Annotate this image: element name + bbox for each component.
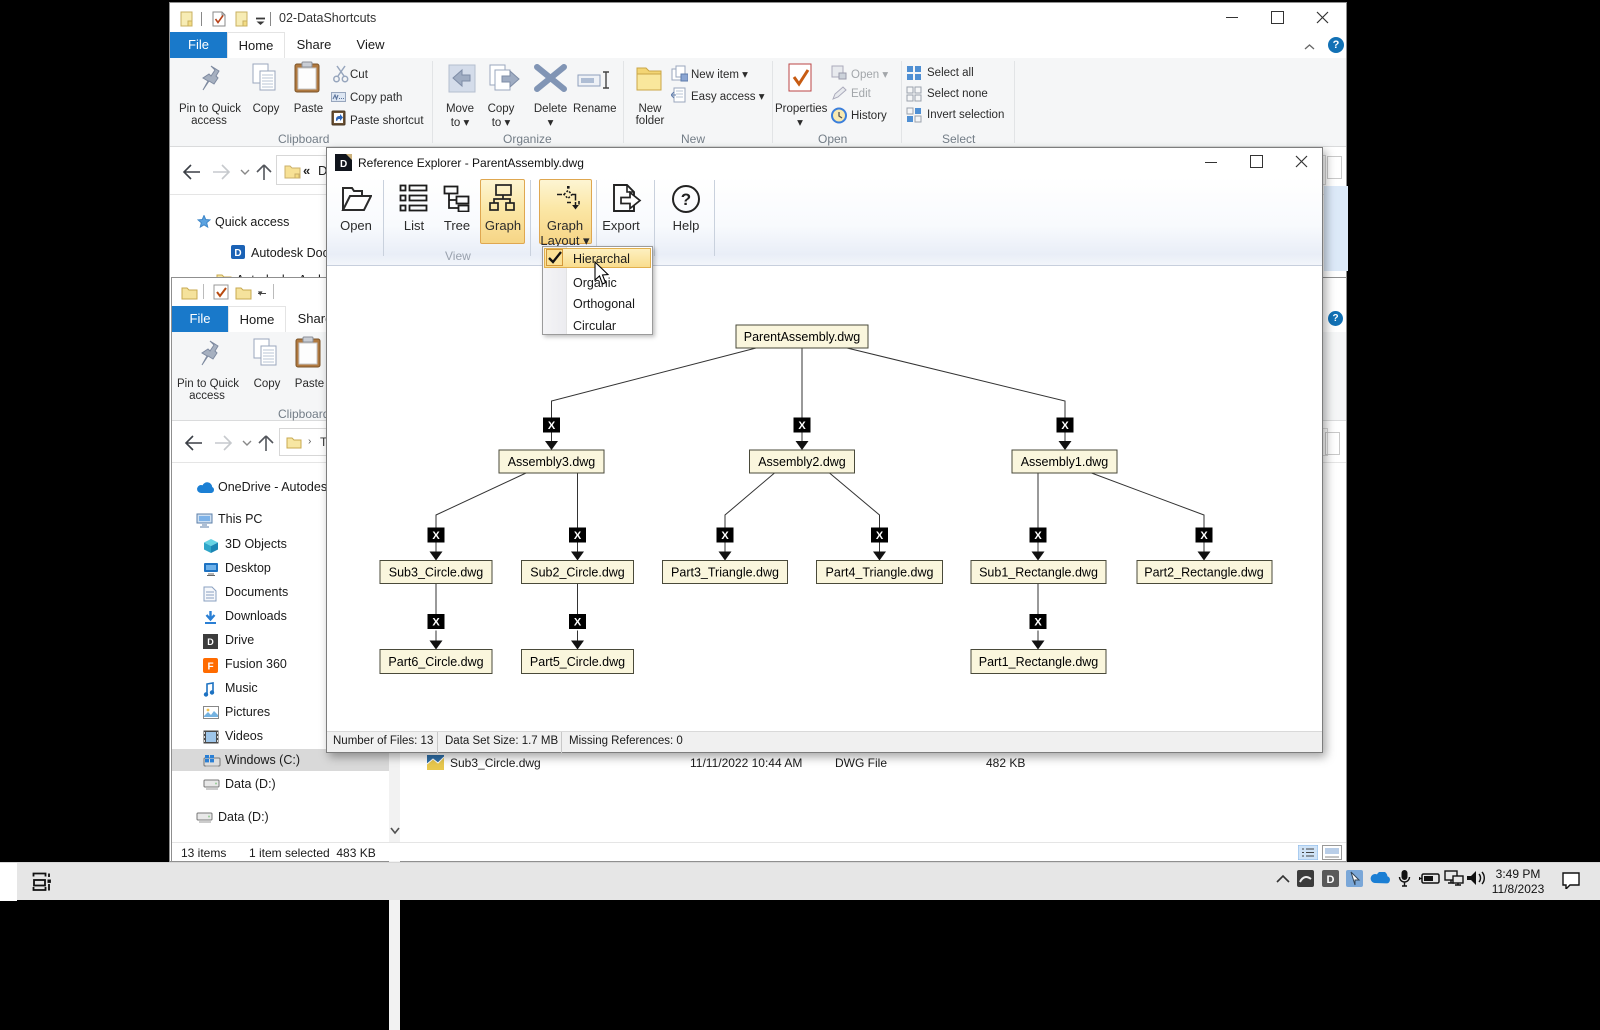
svg-text:X: X (1034, 617, 1042, 629)
svg-text:D: D (234, 248, 241, 259)
svg-text:Part5_Circle.dwg: Part5_Circle.dwg (530, 655, 625, 669)
svg-text:X: X (548, 420, 556, 432)
svg-text:Part1_Rectangle.dwg: Part1_Rectangle.dwg (979, 655, 1099, 669)
svg-text:D: D (340, 159, 347, 170)
svg-text:Part2_Rectangle.dwg: Part2_Rectangle.dwg (1144, 566, 1264, 580)
svg-text:Assembly2.dwg: Assembly2.dwg (758, 455, 846, 469)
svg-text:Sub2_Circle.dwg: Sub2_Circle.dwg (530, 566, 625, 580)
svg-text:X: X (798, 420, 806, 432)
svg-text:X: X (432, 617, 440, 629)
svg-text:Sub1_Rectangle.dwg: Sub1_Rectangle.dwg (979, 566, 1098, 580)
svg-text:X: X (1034, 530, 1042, 542)
svg-text:Part6_Circle.dwg: Part6_Circle.dwg (388, 655, 483, 669)
svg-text:Sub3_Circle.dwg: Sub3_Circle.dwg (389, 566, 484, 580)
svg-text:ParentAssembly.dwg: ParentAssembly.dwg (744, 330, 861, 344)
svg-text:Assembly1.dwg: Assembly1.dwg (1021, 455, 1109, 469)
svg-text:Assembly3.dwg: Assembly3.dwg (508, 455, 596, 469)
svg-text:X: X (876, 530, 884, 542)
svg-text:Part3_Triangle.dwg: Part3_Triangle.dwg (671, 566, 779, 580)
svg-text:X: X (574, 530, 582, 542)
svg-text:X: X (1061, 420, 1069, 432)
svg-text:X: X (432, 530, 440, 542)
svg-text:D: D (1327, 874, 1335, 886)
svg-text:X: X (1200, 530, 1208, 542)
svg-text:Part4_Triangle.dwg: Part4_Triangle.dwg (826, 566, 934, 580)
svg-text:D: D (207, 637, 214, 647)
svg-text:X: X (574, 617, 582, 629)
svg-text:?: ? (681, 190, 691, 209)
svg-text:F: F (207, 662, 213, 673)
svg-text:X: X (721, 530, 729, 542)
